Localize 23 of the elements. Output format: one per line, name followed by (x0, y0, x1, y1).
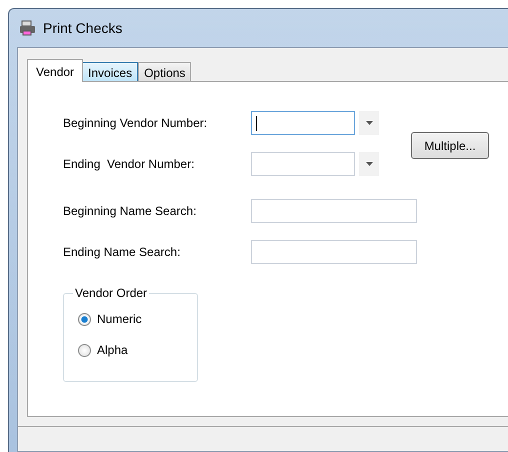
field-label: Ending Vendor Number: (63, 157, 196, 171)
caret-icon (366, 121, 372, 125)
caret-icon (366, 162, 372, 166)
dropdown-button[interactable] (359, 152, 379, 176)
field-label: Beginning Vendor Number: (63, 116, 208, 130)
radio-label: Alpha (97, 343, 128, 357)
input-field[interactable] (251, 152, 355, 176)
group-title: Vendor Order (74, 286, 148, 300)
window-title: Print Checks (43, 20, 122, 36)
input-field[interactable] (251, 240, 417, 264)
radio-button[interactable] (78, 312, 91, 326)
printer-icon (19, 20, 37, 36)
tab[interactable]: Options (138, 62, 192, 82)
tab[interactable]: Vendor (27, 59, 84, 82)
field-label: Beginning Name Search: (63, 204, 198, 218)
dropdown-button[interactable] (359, 111, 379, 135)
field-label: Ending Name Search: (63, 245, 182, 259)
input-field[interactable] (251, 111, 355, 135)
radio-button[interactable] (78, 344, 91, 356)
radio-label: Numeric (97, 312, 142, 326)
input-field[interactable] (251, 199, 417, 223)
multiple-button[interactable]: Multiple... (411, 132, 489, 159)
tab[interactable]: Invoices (82, 62, 138, 82)
